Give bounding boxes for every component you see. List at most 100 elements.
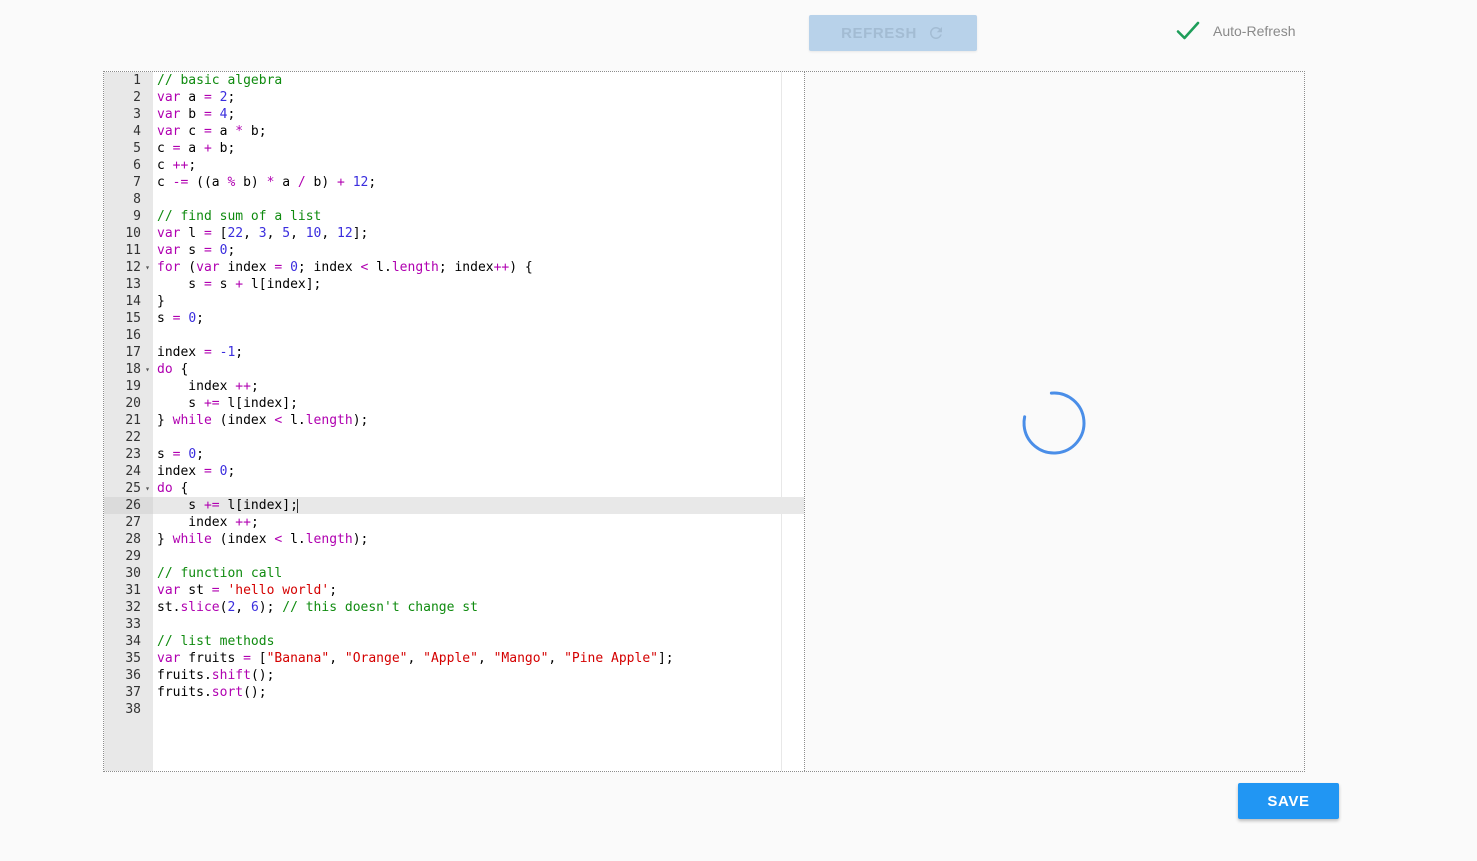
code-line[interactable]: 18 ▾ do { <box>104 361 804 378</box>
line-number: 15 <box>125 311 141 326</box>
code-text: s += l[index]; <box>157 396 298 411</box>
code-text: s = 0; <box>157 311 204 326</box>
code-text: // basic algebra <box>157 73 283 88</box>
text-cursor <box>297 499 298 513</box>
code-text: var s = 0; <box>157 243 236 258</box>
line-number: 7 <box>133 175 141 190</box>
code-line[interactable]: 26 s += l[index]; <box>104 497 804 514</box>
code-line[interactable]: 14} <box>104 293 804 310</box>
code-text: var c = a * b; <box>157 124 267 139</box>
code-text: var a = 2; <box>157 90 236 105</box>
code-line[interactable]: 8 <box>104 191 804 208</box>
code-line[interactable]: 15 s = 0; <box>104 310 804 327</box>
code-text: } while (index < l.length); <box>157 413 369 428</box>
line-number: 19 <box>125 379 141 394</box>
save-button[interactable]: SAVE <box>1238 783 1339 819</box>
line-number: 26 <box>104 497 153 514</box>
line-number: 23 <box>125 447 141 462</box>
code-line[interactable]: 17 index = -1; <box>104 344 804 361</box>
code-text: var st = 'hello world'; <box>157 583 338 598</box>
line-number: 21 <box>125 413 141 428</box>
line-number: 24 <box>125 464 141 479</box>
line-number: 3 <box>133 107 141 122</box>
code-line[interactable]: 3 var b = 4; <box>104 106 804 123</box>
code-text: index = 0; <box>157 464 236 479</box>
code-line[interactable]: 38 <box>104 701 804 718</box>
line-number: 29 <box>125 549 141 564</box>
code-text: s += l[index]; <box>157 498 298 513</box>
code-line[interactable]: 13 s = s + l[index]; <box>104 276 804 293</box>
code-text: fruits.sort(); <box>157 685 267 700</box>
line-number: 14 <box>125 294 141 309</box>
code-text: index ++; <box>157 379 259 394</box>
code-text: index ++; <box>157 515 259 530</box>
code-line[interactable]: 22 <box>104 429 804 446</box>
code-editor[interactable]: 1// basic algebra 2 var a = 2; 3 var b = 4; 4… <box>104 72 804 771</box>
code-line[interactable]: 4 var c = a * b; <box>104 123 804 140</box>
code-line[interactable]: 12 ▾ for (var index = 0; index < l.length;… <box>104 259 804 276</box>
line-number: 20 <box>125 396 141 411</box>
line-number: 17 <box>125 345 141 360</box>
code-line[interactable]: 1 // basic algebra <box>104 72 804 89</box>
code-line[interactable]: 28 } while (index < l.length); <box>104 531 804 548</box>
line-number: 16 <box>125 328 141 343</box>
code-text: // find sum of a list <box>157 209 322 224</box>
code-text: s = s + l[index]; <box>157 277 322 292</box>
code-text: do { <box>157 362 189 377</box>
code-line[interactable]: 25 ▾ do { <box>104 480 804 497</box>
code-line[interactable]: 33 <box>104 616 804 633</box>
line-number: 13 <box>125 277 141 292</box>
auto-refresh-label: Auto-Refresh <box>1213 23 1296 39</box>
line-number: 28 <box>125 532 141 547</box>
code-line[interactable]: 11 var s = 0; <box>104 242 804 259</box>
code-line[interactable]: 37 fruits.sort(); <box>104 684 804 701</box>
code-line[interactable]: 6 c ++; <box>104 157 804 174</box>
code-line[interactable]: 10 var l = [22, 3, 5, 10, 12]; <box>104 225 804 242</box>
code-line[interactable]: 27 index ++; <box>104 514 804 531</box>
code-lines: 1// basic algebra 2 var a = 2; 3 var b = 4; 4… <box>104 72 804 718</box>
refresh-button[interactable]: REFRESH <box>809 15 977 51</box>
code-line[interactable]: 24 index = 0; <box>104 463 804 480</box>
line-number: 27 <box>125 515 141 530</box>
code-text: } while (index < l.length); <box>157 532 369 547</box>
line-number: 4 <box>133 124 141 139</box>
code-line[interactable]: 9 // find sum of a list <box>104 208 804 225</box>
code-line[interactable]: 36 fruits.shift(); <box>104 667 804 684</box>
code-line[interactable]: 5 c = a + b; <box>104 140 804 157</box>
code-line[interactable]: 21 } while (index < l.length); <box>104 412 804 429</box>
code-line[interactable]: 31 var st = 'hello world'; <box>104 582 804 599</box>
loading-spinner-icon <box>1022 391 1086 455</box>
code-line[interactable]: 23 s = 0; <box>104 446 804 463</box>
code-text: s = 0; <box>157 447 204 462</box>
code-text: } <box>157 294 165 309</box>
code-line[interactable]: 30 // function call <box>104 565 804 582</box>
auto-refresh-toggle[interactable]: Auto-Refresh <box>1175 18 1295 44</box>
line-number: 10 <box>125 226 141 241</box>
line-number: 31 <box>125 583 141 598</box>
code-line[interactable]: 35 var fruits = ["Banana", "Orange", "App… <box>104 650 804 667</box>
fold-toggle-icon[interactable]: ▾ <box>143 361 152 378</box>
code-text: do { <box>157 481 189 496</box>
code-line[interactable]: 20 s += l[index]; <box>104 395 804 412</box>
code-line[interactable]: 32 st.slice(2, 6); // this doesn't change… <box>104 599 804 616</box>
line-number: 5 <box>133 141 141 156</box>
code-line[interactable]: 7 c -= ((a % b) * a / b) + 12; <box>104 174 804 191</box>
code-line[interactable]: 2 var a = 2; <box>104 89 804 106</box>
code-text: // function call <box>157 566 283 581</box>
fold-toggle-icon[interactable]: ▾ <box>143 480 152 497</box>
fold-toggle-icon[interactable]: ▾ <box>143 259 152 276</box>
code-line[interactable]: 29 <box>104 548 804 565</box>
line-number: 30 <box>125 566 141 581</box>
code-text: // list methods <box>157 634 275 649</box>
line-number: 33 <box>125 617 141 632</box>
code-text: st.slice(2, 6); // this doesn't change s… <box>157 600 478 615</box>
line-number: 6 <box>133 158 141 173</box>
code-line[interactable]: 16 <box>104 327 804 344</box>
code-text: var b = 4; <box>157 107 236 122</box>
output-preview <box>805 72 1304 771</box>
code-line[interactable]: 19 index ++; <box>104 378 804 395</box>
code-line[interactable]: 34 // list methods <box>104 633 804 650</box>
line-number: 32 <box>125 600 141 615</box>
line-number: 1 <box>133 73 141 88</box>
line-number: 36 <box>125 668 141 683</box>
